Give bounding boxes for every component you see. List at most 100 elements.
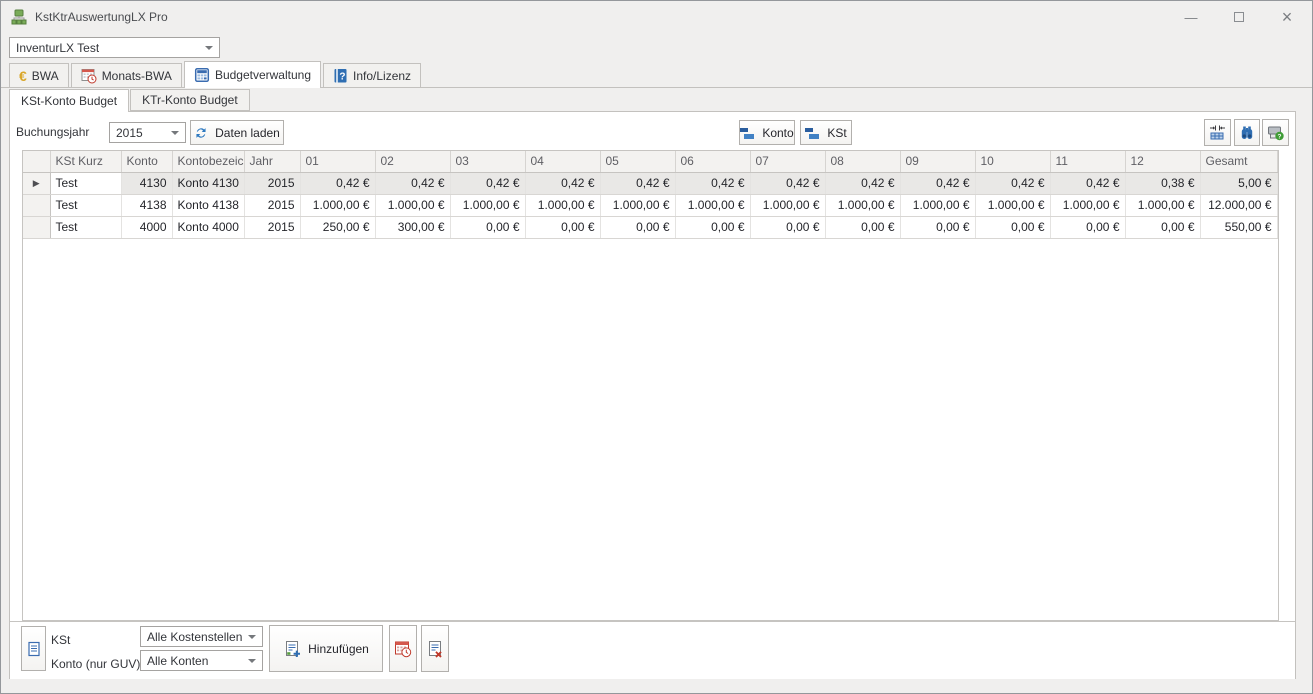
grid-cell-m10[interactable]: 1.000,00 € — [975, 194, 1050, 216]
grid-cell-m09[interactable]: 0,00 € — [900, 216, 975, 238]
tab-monats-bwa[interactable]: Monats-BWA — [71, 63, 182, 87]
grid-cell-kst_kurz[interactable]: Test — [50, 172, 121, 194]
row-indicator-cell[interactable] — [23, 216, 50, 238]
print-preview-button[interactable]: ? — [1262, 119, 1289, 146]
grid-cell-m06[interactable]: 0,42 € — [675, 172, 750, 194]
column-header-m02[interactable]: 02 — [375, 151, 450, 172]
column-header-m03[interactable]: 03 — [450, 151, 525, 172]
column-header-gesamt[interactable]: Gesamt — [1200, 151, 1277, 172]
grid-cell-kst_kurz[interactable]: Test — [50, 194, 121, 216]
grid-cell-m12[interactable]: 0,00 € — [1125, 216, 1200, 238]
grid-cell-m02[interactable]: 1.000,00 € — [375, 194, 450, 216]
column-header-m07[interactable]: 07 — [750, 151, 825, 172]
grid-cell-m08[interactable]: 0,42 € — [825, 172, 900, 194]
document-add-icon — [283, 640, 301, 658]
delete-row-button[interactable] — [421, 625, 449, 672]
subtab-kst-konto-budget[interactable]: KSt-Konto Budget — [9, 89, 129, 112]
grid-cell-m06[interactable]: 0,00 € — [675, 216, 750, 238]
grid-cell-m04[interactable]: 0,00 € — [525, 216, 600, 238]
grid-cell-konto[interactable]: 4138 — [121, 194, 172, 216]
grid-cell-m09[interactable]: 0,42 € — [900, 172, 975, 194]
row-indicator-header[interactable] — [23, 151, 50, 172]
grid-cell-kontobezeichnung[interactable]: Konto 4138 — [172, 194, 244, 216]
grid-cell-konto[interactable]: 4000 — [121, 216, 172, 238]
grid-cell-m05[interactable]: 0,00 € — [600, 216, 675, 238]
tab-budgetverwaltung[interactable]: Budgetverwaltung — [184, 61, 321, 88]
column-header-m06[interactable]: 06 — [675, 151, 750, 172]
buchungsjahr-select[interactable]: 2015 — [109, 122, 186, 143]
kst-group-button[interactable]: KSt — [800, 120, 852, 145]
grid-cell-m03[interactable]: 0,00 € — [450, 216, 525, 238]
grid-cell-konto[interactable]: 4130 — [121, 172, 172, 194]
budget-calendar-button[interactable] — [389, 625, 417, 672]
column-header-m04[interactable]: 04 — [525, 151, 600, 172]
column-header-m10[interactable]: 10 — [975, 151, 1050, 172]
column-header-m01[interactable]: 01 — [300, 151, 375, 172]
grid-cell-m04[interactable]: 1.000,00 € — [525, 194, 600, 216]
search-button[interactable] — [1234, 119, 1260, 146]
grid-cell-m04[interactable]: 0,42 € — [525, 172, 600, 194]
grid-cell-m07[interactable]: 1.000,00 € — [750, 194, 825, 216]
company-select[interactable]: InventurLX Test — [9, 37, 220, 58]
row-indicator-cell[interactable]: ▶ — [23, 172, 50, 194]
row-indicator-cell[interactable] — [23, 194, 50, 216]
grid-cell-jahr[interactable]: 2015 — [244, 172, 300, 194]
grid-cell-m11[interactable]: 0,42 € — [1050, 172, 1125, 194]
column-header-kst_kurz[interactable]: KSt Kurz — [50, 151, 121, 172]
column-header-kontobezeichnung[interactable]: Kontobezeic... — [172, 151, 244, 172]
column-header-m11[interactable]: 11 — [1050, 151, 1125, 172]
grid-cell-m07[interactable]: 0,42 € — [750, 172, 825, 194]
konto-group-button[interactable]: Konto — [739, 120, 795, 145]
grid-cell-m08[interactable]: 0,00 € — [825, 216, 900, 238]
grid-cell-m11[interactable]: 0,00 € — [1050, 216, 1125, 238]
grid-cell-m12[interactable]: 0,38 € — [1125, 172, 1200, 194]
grid-cell-gesamt[interactable]: 550,00 € — [1200, 216, 1277, 238]
grid-cell-kontobezeichnung[interactable]: Konto 4130 — [172, 172, 244, 194]
column-header-jahr[interactable]: Jahr — [244, 151, 300, 172]
column-header-m08[interactable]: 08 — [825, 151, 900, 172]
grid-cell-m02[interactable]: 300,00 € — [375, 216, 450, 238]
grid-cell-kontobezeichnung[interactable]: Konto 4000 — [172, 216, 244, 238]
grid-cell-m07[interactable]: 0,00 € — [750, 216, 825, 238]
grid-cell-jahr[interactable]: 2015 — [244, 216, 300, 238]
minimize-button[interactable]: — — [1167, 1, 1215, 33]
column-header-m09[interactable]: 09 — [900, 151, 975, 172]
grid-cell-m09[interactable]: 1.000,00 € — [900, 194, 975, 216]
grid-cell-gesamt[interactable]: 5,00 € — [1200, 172, 1277, 194]
column-header-m12[interactable]: 12 — [1125, 151, 1200, 172]
grid-cell-m03[interactable]: 1.000,00 € — [450, 194, 525, 216]
close-button[interactable]: × — [1263, 1, 1311, 33]
grid-cell-gesamt[interactable]: 12.000,00 € — [1200, 194, 1277, 216]
daten-laden-button[interactable]: Daten laden — [190, 120, 284, 145]
grid-cell-m05[interactable]: 1.000,00 € — [600, 194, 675, 216]
grid-cell-m03[interactable]: 0,42 € — [450, 172, 525, 194]
grid-row[interactable]: Test4000Konto 40002015250,00 €300,00 €0,… — [23, 216, 1277, 238]
hinzufuegen-button[interactable]: Hinzufügen — [269, 625, 383, 672]
grid-row[interactable]: ▶Test4130Konto 413020150,42 €0,42 €0,42 … — [23, 172, 1277, 194]
grid-cell-m10[interactable]: 0,00 € — [975, 216, 1050, 238]
grid-cell-m01[interactable]: 1.000,00 € — [300, 194, 375, 216]
grid-cell-m10[interactable]: 0,42 € — [975, 172, 1050, 194]
grid-cell-m08[interactable]: 1.000,00 € — [825, 194, 900, 216]
column-header-m05[interactable]: 05 — [600, 151, 675, 172]
grid-cell-kst_kurz[interactable]: Test — [50, 216, 121, 238]
grid-cell-m01[interactable]: 0,42 € — [300, 172, 375, 194]
tab-info-lizenz[interactable]: ? Info/Lizenz — [323, 63, 421, 87]
report-document-button[interactable] — [21, 626, 46, 671]
grid-cell-m05[interactable]: 0,42 € — [600, 172, 675, 194]
grid-row[interactable]: Test4138Konto 413820151.000,00 €1.000,00… — [23, 194, 1277, 216]
grid-cell-m02[interactable]: 0,42 € — [375, 172, 450, 194]
best-fit-columns-button[interactable] — [1204, 119, 1231, 146]
subtab-ktr-konto-budget[interactable]: KTr-Konto Budget — [130, 89, 250, 111]
tab-bwa[interactable]: € BWA — [9, 63, 69, 87]
maximize-button[interactable] — [1215, 1, 1263, 33]
column-header-konto[interactable]: Konto — [121, 151, 172, 172]
grid-cell-m01[interactable]: 250,00 € — [300, 216, 375, 238]
konten-select[interactable]: Alle Konten — [140, 650, 263, 671]
grid-cell-m12[interactable]: 1.000,00 € — [1125, 194, 1200, 216]
grid-cell-jahr[interactable]: 2015 — [244, 194, 300, 216]
kostenstellen-select[interactable]: Alle Kostenstellen — [140, 626, 263, 647]
grid-cell-m11[interactable]: 1.000,00 € — [1050, 194, 1125, 216]
grid-cell-m06[interactable]: 1.000,00 € — [675, 194, 750, 216]
tab-label: Budgetverwaltung — [215, 68, 311, 82]
